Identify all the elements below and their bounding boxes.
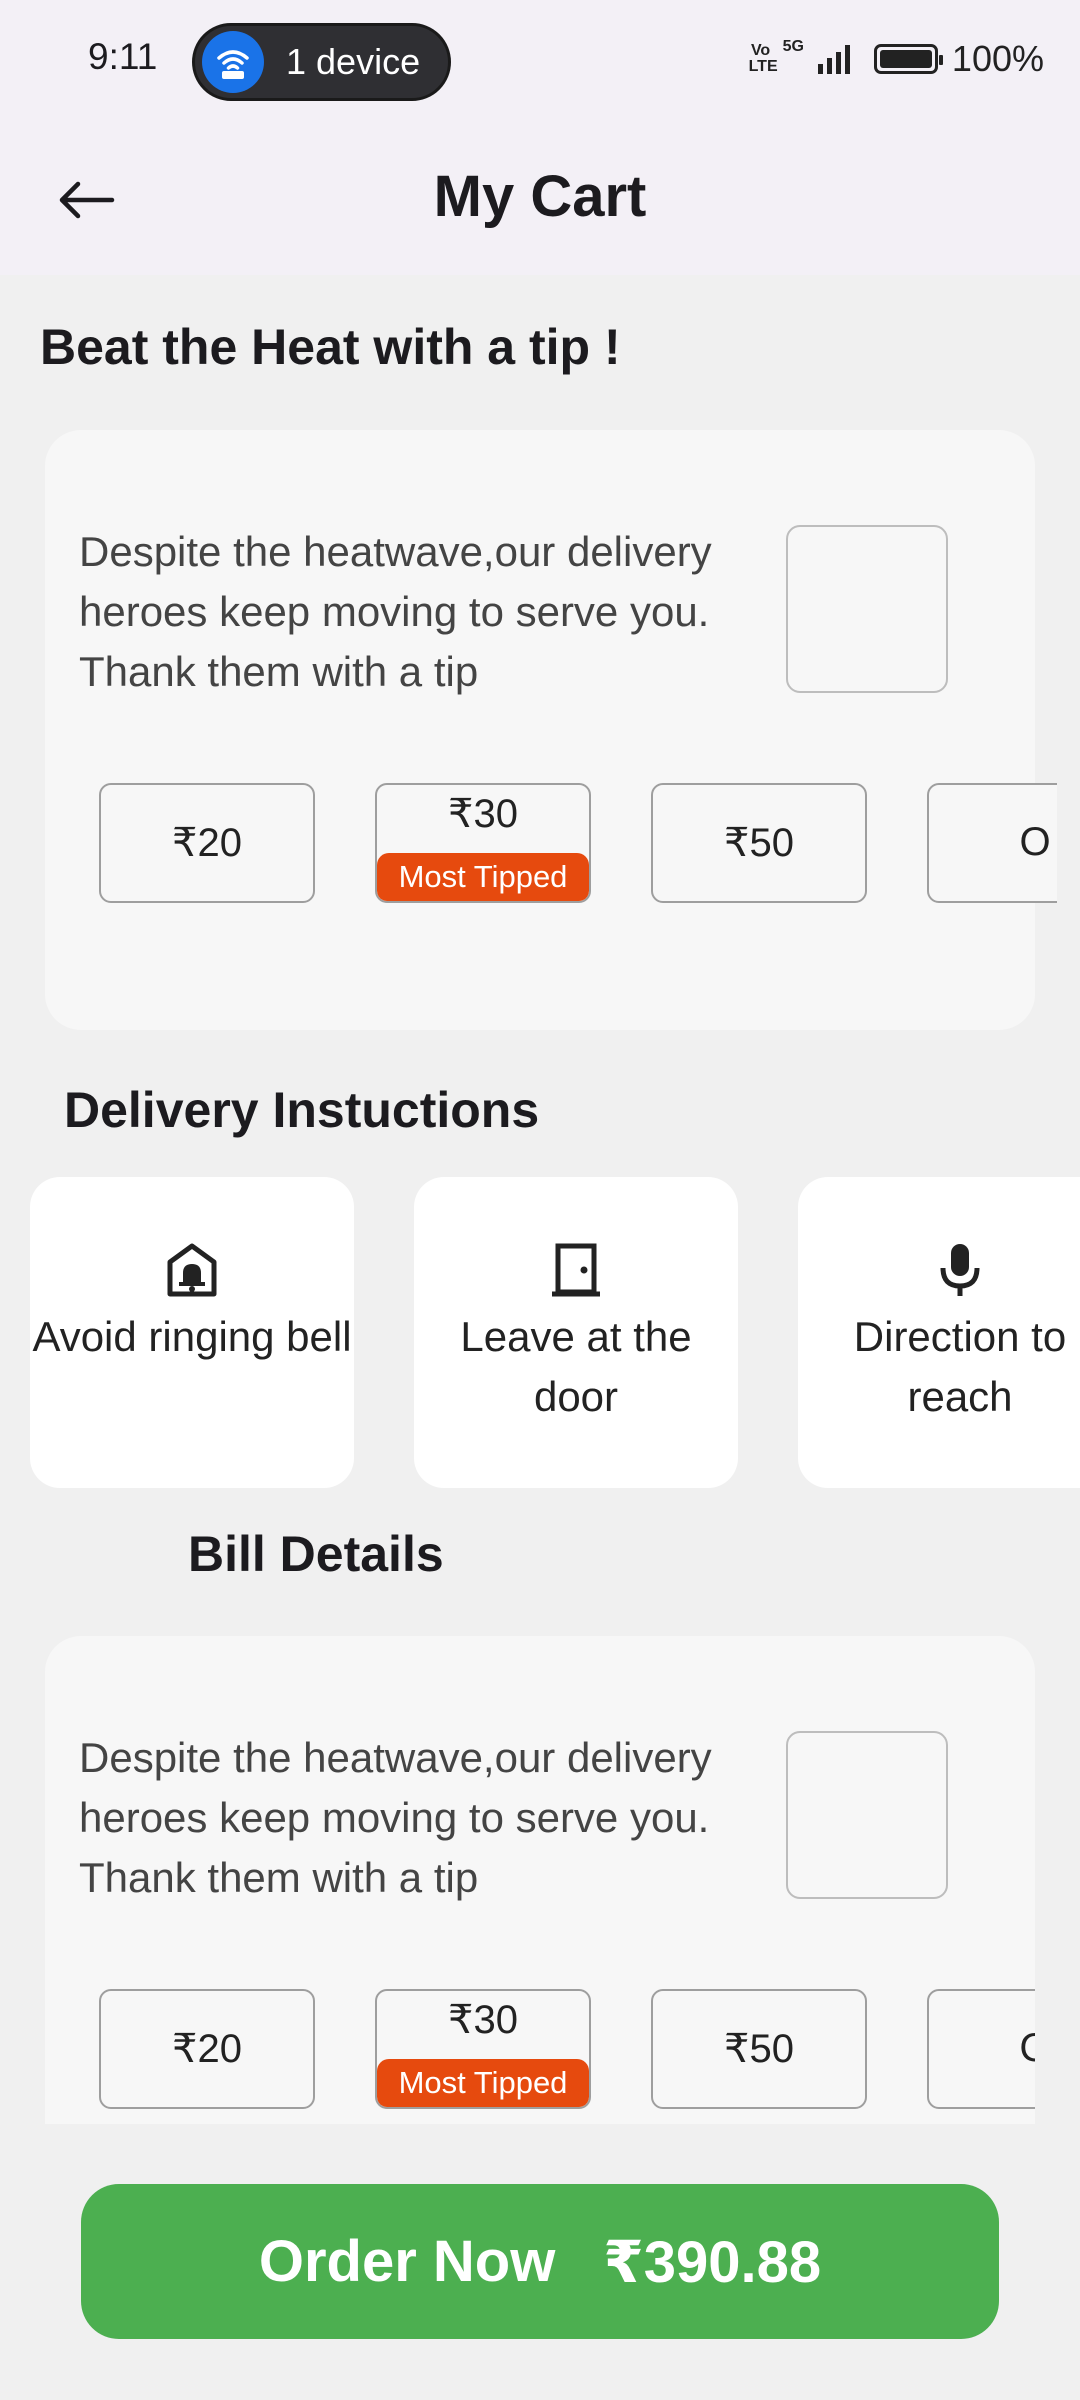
tip-option-30[interactable]: ₹30 Most Tipped [375, 1989, 591, 2109]
bill-details-title: Bill Details [188, 1526, 444, 1582]
instruction-direction[interactable]: Direction to reach [798, 1177, 1080, 1488]
most-tipped-badge: Most Tipped [377, 853, 589, 901]
bill-tip-options-row[interactable]: ₹20 ₹30 Most Tipped ₹50 O [99, 1989, 1035, 2119]
bill-image-placeholder [786, 1731, 948, 1899]
mic-icon [940, 1244, 980, 1296]
status-time: 9:11 [88, 36, 158, 77]
tip-option-30[interactable]: ₹30 Most Tipped [375, 783, 591, 903]
tip-section-title: Beat the Heat with a tip ! [40, 319, 621, 375]
tip-option-other[interactable]: O [927, 783, 1057, 903]
tip-option-20[interactable]: ₹20 [99, 1989, 315, 2109]
bill-details-card: Despite the heatwave,our delivery heroes… [45, 1636, 1035, 2124]
tip-image-placeholder [786, 525, 948, 693]
page-title: My Cart [433, 164, 647, 229]
tip-description: Despite the heatwave,our delivery heroes… [79, 528, 712, 695]
status-bar: 9:11 1 device Vo LTE 5G 100% [0, 0, 1080, 125]
most-tipped-badge: Most Tipped [377, 2059, 589, 2107]
door-icon [552, 1243, 600, 1297]
hotspot-icon [202, 31, 264, 93]
order-now-button[interactable]: Order Now ₹390.88 [81, 2184, 999, 2339]
tip-option-50[interactable]: ₹50 [651, 1989, 867, 2109]
tip-option-50[interactable]: ₹50 [651, 783, 867, 903]
volte-icon: Vo LTE [748, 42, 778, 75]
signal-icon [817, 44, 850, 74]
app-bar: My Cart [0, 125, 1080, 275]
battery-icon [873, 44, 943, 74]
instruction-label: Direction to reach [853, 1313, 1067, 1420]
instruction-label: Leave at the door [460, 1313, 692, 1420]
tip-option-other[interactable]: O [927, 1989, 1035, 2109]
order-now-label: Order Now [258, 2229, 556, 2294]
bell-off-icon [167, 1243, 217, 1297]
instruction-avoid-bell[interactable]: Avoid ringing bell [30, 1177, 354, 1488]
instruction-label: Avoid ringing bell [32, 1313, 352, 1360]
tip-card: Despite the heatwave,our delivery heroes… [45, 430, 1057, 1030]
delivery-instructions-title: Delivery Instuctions [64, 1082, 540, 1138]
tip-options-row[interactable]: ₹20 ₹30 Most Tipped ₹50 O [99, 783, 1057, 913]
tip-option-20[interactable]: ₹20 [99, 783, 315, 903]
order-total-amount: ₹390.88 [603, 2229, 822, 2295]
status-icons: Vo LTE 5G 100% [749, 38, 1044, 80]
hotspot-label: 1 device [286, 41, 421, 82]
instruction-leave-door[interactable]: Leave at the door [414, 1177, 738, 1488]
bill-description: Despite the heatwave,our delivery heroes… [79, 1734, 712, 1901]
hotspot-chip[interactable]: 1 device [192, 23, 451, 101]
network-type: 5G [782, 38, 804, 55]
battery-percent: 100% [951, 38, 1044, 79]
